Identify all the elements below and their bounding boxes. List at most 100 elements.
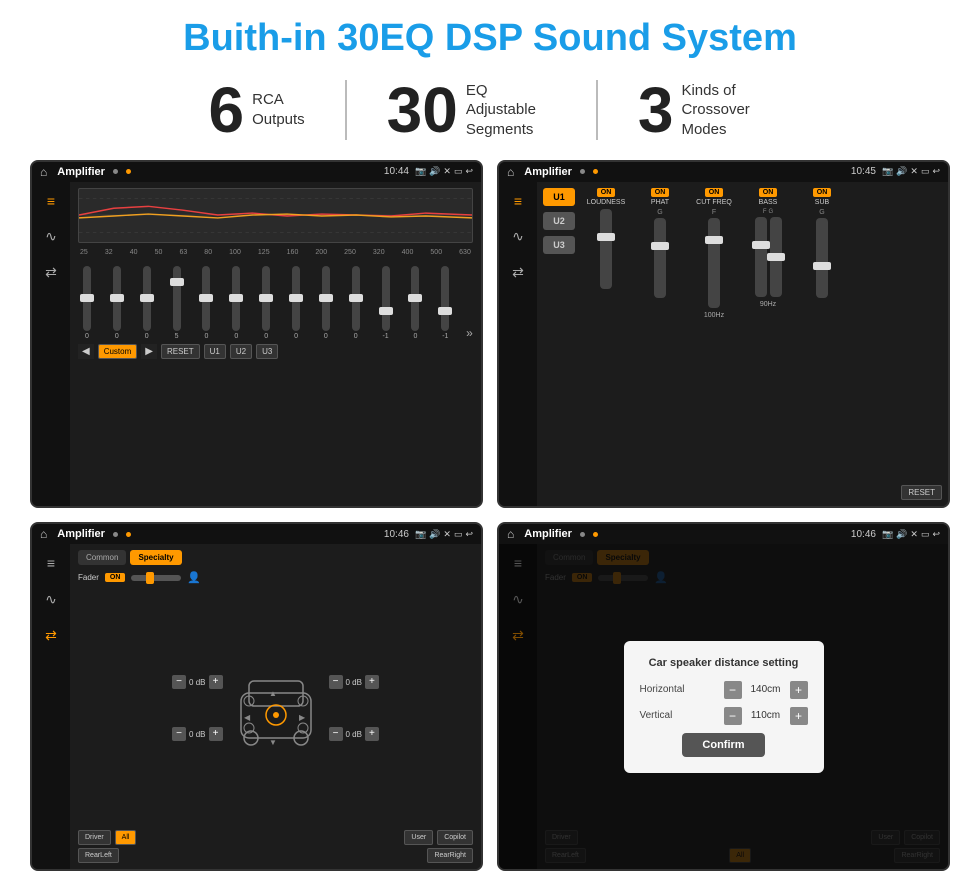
on-badge-phat[interactable]: ON (651, 188, 670, 197)
u3-btn[interactable]: U3 (543, 236, 575, 254)
back-icon-2[interactable]: ↩ (932, 166, 940, 177)
fader-bass-f[interactable] (755, 217, 767, 297)
reset-btn-2[interactable]: RESET (901, 485, 942, 500)
fader-phat[interactable] (654, 218, 666, 298)
close-icon-1: ✕ (443, 166, 451, 177)
u3-btn-1[interactable]: U3 (256, 344, 278, 359)
sidebar-wave-icon[interactable]: ∿ (40, 226, 62, 248)
fr-plus[interactable]: + (365, 675, 379, 689)
u1-btn-1[interactable]: U1 (204, 344, 226, 359)
person-icon[interactable]: 👤 (187, 571, 201, 584)
driver-btn[interactable]: Driver (78, 830, 111, 845)
vertical-plus[interactable]: + (790, 707, 808, 725)
slider-11[interactable]: -1 (377, 266, 395, 340)
vertical-label: Vertical (640, 710, 700, 721)
sidebar-eq-icon-2[interactable]: ≡ (507, 190, 529, 212)
slider-13[interactable]: -1 (436, 266, 454, 340)
vertical-minus[interactable]: − (724, 707, 742, 725)
app-name-1: Amplifier (57, 166, 105, 178)
stat-label-rca: RCAOutputs (252, 90, 305, 129)
rl-minus[interactable]: − (172, 727, 186, 741)
fader-cutfreq[interactable] (708, 218, 720, 308)
slider-9[interactable]: 0 (317, 266, 335, 340)
slider-1[interactable]: 0 (78, 266, 96, 340)
slider-12[interactable]: 0 (406, 266, 424, 340)
slider-2[interactable]: 0 (108, 266, 126, 340)
close-icon-4: ✕ (910, 529, 918, 540)
car-diagram: ▲ ▼ ◀ ▶ (231, 663, 321, 753)
page-wrapper: Buith-in 30EQ DSP Sound System 6 RCAOutp… (0, 0, 980, 881)
back-icon-1[interactable]: ↩ (465, 166, 473, 177)
fader-on-toggle[interactable]: ON (105, 573, 126, 582)
left-sidebar-3: ≡ ∿ ⇄ (32, 544, 70, 869)
slider-8[interactable]: 0 (287, 266, 305, 340)
vertical-control: − 110cm + (724, 707, 808, 725)
on-badge-cutfreq[interactable]: ON (705, 188, 724, 197)
left-sidebar-1: ≡ ∿ ⇄ (32, 182, 70, 507)
horizontal-minus[interactable]: − (724, 681, 742, 699)
fader-slider-3[interactable] (131, 575, 181, 581)
prev-btn[interactable]: ◀ (78, 344, 94, 359)
expand-icon[interactable]: » (466, 326, 473, 340)
back-icon-4[interactable]: ↩ (932, 529, 940, 540)
user-btn-3[interactable]: User (404, 830, 433, 845)
slider-10[interactable]: 0 (347, 266, 365, 340)
slider-3[interactable]: 0 (138, 266, 156, 340)
slider-4[interactable]: 5 (168, 266, 186, 340)
reset-btn-1[interactable]: RESET (161, 344, 200, 359)
fl-level: − 0 dB + (172, 675, 222, 689)
confirm-button[interactable]: Confirm (682, 733, 764, 757)
fader-bass-g[interactable] (770, 217, 782, 297)
home-icon-2[interactable]: ⌂ (507, 165, 514, 179)
home-icon-4[interactable]: ⌂ (507, 527, 514, 541)
on-badge-loudness[interactable]: ON (597, 188, 616, 197)
on-badge-sub[interactable]: ON (813, 188, 832, 197)
next-btn[interactable]: ▶ (141, 344, 157, 359)
u2-btn[interactable]: U2 (543, 212, 575, 230)
u1-btn[interactable]: U1 (543, 188, 575, 206)
sidebar-arrows-icon-2[interactable]: ⇄ (507, 262, 529, 284)
horizontal-plus[interactable]: + (790, 681, 808, 699)
fr-minus[interactable]: − (329, 675, 343, 689)
sidebar-wave-icon-2[interactable]: ∿ (507, 226, 529, 248)
fl-plus[interactable]: + (209, 675, 223, 689)
rl-plus[interactable]: + (209, 727, 223, 741)
rr-minus[interactable]: − (329, 727, 343, 741)
sidebar-arrows-icon-3[interactable]: ⇄ (40, 624, 62, 646)
sidebar-eq-icon-3[interactable]: ≡ (40, 552, 62, 574)
main-title: Buith-in 30EQ DSP Sound System (183, 18, 797, 60)
home-icon-3[interactable]: ⌂ (40, 527, 47, 541)
home-icon-1[interactable]: ⌂ (40, 165, 47, 179)
tab-specialty-3[interactable]: Specialty (130, 550, 181, 565)
copilot-btn-3[interactable]: Copilot (437, 830, 473, 845)
on-badge-bass[interactable]: ON (759, 188, 778, 197)
dot-2 (580, 169, 585, 174)
fl-minus[interactable]: − (172, 675, 186, 689)
fader-sub[interactable] (816, 218, 828, 298)
custom-btn[interactable]: Custom (98, 344, 138, 359)
svg-text:▲: ▲ (269, 689, 277, 698)
u2-btn-1[interactable]: U2 (230, 344, 252, 359)
rearleft-btn-3[interactable]: RearLeft (78, 848, 119, 863)
sidebar-arrows-icon[interactable]: ⇄ (40, 262, 62, 284)
slider-6[interactable]: 0 (227, 266, 245, 340)
channel-label-cutfreq: CUT FREQ (696, 199, 732, 206)
back-icon-3[interactable]: ↩ (465, 529, 473, 540)
tab-common-3[interactable]: Common (78, 550, 126, 565)
status-icons-1: 📷 🔊 ✕ ▭ ↩ (415, 166, 473, 177)
status-bar-2: ⌂ Amplifier 10:45 📷 🔊 ✕ ▭ ↩ (499, 162, 948, 182)
dot-3 (113, 532, 118, 537)
all-btn[interactable]: All (115, 830, 137, 845)
fader-loudness[interactable] (600, 209, 612, 289)
slider-7[interactable]: 0 (257, 266, 275, 340)
rr-plus[interactable]: + (365, 727, 379, 741)
minimize-icon-3: ▭ (454, 529, 463, 540)
fader-label-3: Fader (78, 573, 99, 582)
dialog-title: Car speaker distance setting (640, 657, 808, 669)
rearright-btn-3[interactable]: RearRight (427, 848, 473, 863)
dot-orange-2 (593, 169, 598, 174)
sidebar-wave-icon-3[interactable]: ∿ (40, 588, 62, 610)
screen-dialog: ⌂ Amplifier 10:46 📷 🔊 ✕ ▭ ↩ ≡ ∿ ⇄ (497, 522, 950, 871)
slider-5[interactable]: 0 (197, 266, 215, 340)
sidebar-eq-icon[interactable]: ≡ (40, 190, 62, 212)
